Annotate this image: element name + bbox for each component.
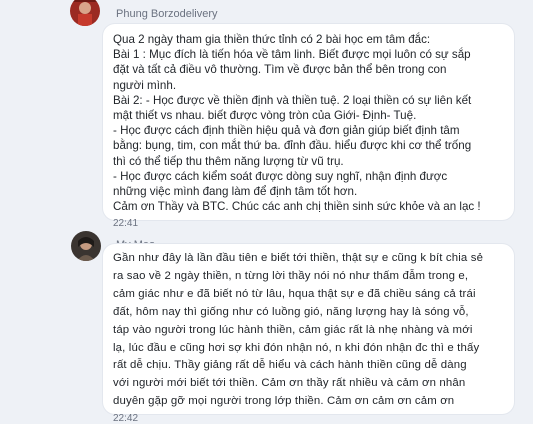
message-line: mật thiết vs nhau. biết được vòng tròn c… <box>113 109 417 123</box>
sender-name: Phung Borzodelivery <box>116 8 218 20</box>
message-line: Cảm ơn Thầy và BTC. Chúc các anh chị thi… <box>113 200 481 214</box>
avatar-photo-dark <box>71 231 101 261</box>
message-line: - Học được cách kiểm soát được dòng suy … <box>113 169 448 183</box>
message-bubble: Qua 2 ngày tham gia thiền thức tỉnh có 2… <box>103 24 514 229</box>
message-line: người mình. <box>113 78 177 92</box>
avatar[interactable] <box>71 231 101 261</box>
message-line: lạ, lúc đầu e cũng hơi sợ khi đón nhận n… <box>113 341 480 354</box>
message-line: thì có thể tiếp thu thêm năng lượng từ v… <box>113 154 344 168</box>
message-line: ra sao về 2 ngày thiền, n từng lời thầy … <box>113 269 469 282</box>
message-line: Gần như đây là lần đầu tiên e biết tới t… <box>113 252 484 264</box>
message-bubble: Gần như đây là lần đầu tiên e biết tới t… <box>103 244 514 424</box>
message-line: với người mới biết tới thiền. Cảm ơn thầ… <box>113 377 466 390</box>
message-line: những việc mình đang làm để định tâm tốt… <box>113 185 358 199</box>
message-line: bằng: bụng, tim, con mắt thứ ba. đỉnh đầ… <box>113 139 472 153</box>
message-line: rất dễ chịu. Thầy giảng rất dễ hiểu và c… <box>113 359 467 372</box>
message-timestamp: 22:42 <box>113 413 139 424</box>
message-line: táp vào người trong lúc hành thiền, cảm … <box>113 323 473 336</box>
message-line: Bài 2: - Học được về thiền định và thiền… <box>113 93 472 107</box>
message-line: cảm giác như e đã biết nó từ lâu, hqua t… <box>113 287 476 300</box>
avatar-photo-red <box>70 0 100 26</box>
message-timestamp: 22:41 <box>113 218 139 230</box>
message-line: - Học được cách định thiền hiệu quả và đ… <box>113 124 460 138</box>
message-line: đặt và tất cả điều vô thường. Tìm về đượ… <box>113 63 447 77</box>
message-line: Bài 1 : Mục đích là tiến hóa về tâm linh… <box>113 48 471 62</box>
message-line: đất, hôm nay thì giống như có luồng gió,… <box>113 305 469 318</box>
avatar[interactable] <box>70 0 100 26</box>
message-line: duyên gặp gỡ mọi người trong lớp thiền. … <box>113 395 455 408</box>
message-line: Qua 2 ngày tham gia thiền thức tỉnh có 2… <box>113 33 431 46</box>
